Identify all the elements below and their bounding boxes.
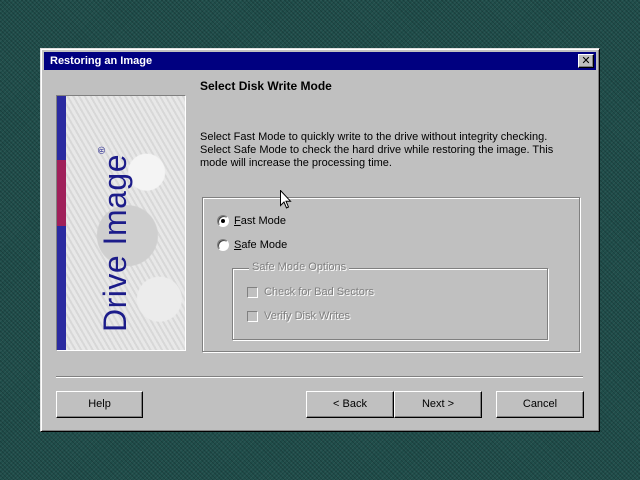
cancel-button-label: Cancel [522,398,558,410]
safe-mode-radio[interactable] [217,239,229,251]
close-icon: ✕ [581,54,591,67]
next-arrow: > [444,398,455,410]
window-title: Restoring an Image [50,55,153,67]
back-button[interactable]: < Back [306,391,394,418]
verify-disk-writes-checkbox[interactable] [247,310,258,322]
next-button[interactable]: Next > [394,391,482,418]
restore-wizard-dialog: Restoring an Image ✕ Select Disk Write M… [40,48,600,432]
safe-mode-option[interactable]: Safe Mode [217,238,287,252]
write-mode-group: Fast Mode Safe Mode Safe Mode Options Ch… [202,197,580,352]
mouse-pointer-icon [280,190,292,209]
fast-mode-radio[interactable] [217,215,229,227]
check-bad-sectors-label: Check for Bad Sectors [264,286,375,298]
product-logo-text: Drive Image® [97,146,134,332]
verify-disk-writes-label: Verify Disk Writes [264,310,350,322]
verify-disk-writes-option[interactable]: Verify Disk Writes [247,309,350,323]
next-button-label: Next [421,398,445,410]
product-banner-image: Drive Image® [56,95,186,351]
product-name: Drive Image [97,154,133,332]
cancel-button[interactable]: Cancel [496,391,584,418]
page-title: Select Disk Write Mode [200,79,332,93]
back-arrow: < [333,398,343,410]
check-bad-sectors-option[interactable]: Check for Bad Sectors [247,285,374,299]
help-button-label: Help [88,398,111,410]
button-separator [56,376,583,378]
instructions-text: Select Fast Mode to quickly write to the… [200,131,554,169]
desktop-background: Restoring an Image ✕ Select Disk Write M… [0,0,640,480]
back-button-label: Back [342,398,367,410]
safe-mode-options-group: Safe Mode Options Check for Bad Sectors … [232,261,548,340]
safe-mode-options-legend: Safe Mode Options [249,261,350,273]
close-button[interactable]: ✕ [578,54,594,68]
title-bar[interactable]: Restoring an Image ✕ [44,52,596,70]
check-bad-sectors-checkbox[interactable] [247,286,258,298]
fast-mode-label[interactable]: Fast Mode [234,215,286,227]
banner-stripe-magenta [57,160,66,226]
safe-mode-label[interactable]: Safe Mode [234,239,287,251]
help-button[interactable]: Help [56,391,143,418]
fast-mode-option[interactable]: Fast Mode [217,214,286,228]
registered-mark: ® [97,146,108,154]
